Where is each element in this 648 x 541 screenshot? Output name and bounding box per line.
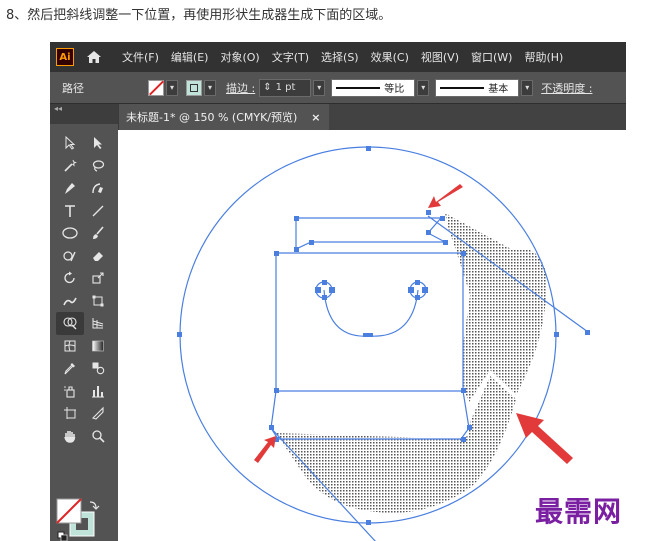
curvature-icon[interactable] xyxy=(84,177,112,200)
profile-label: 等比 xyxy=(384,84,405,95)
profile-dropdown[interactable]: ▾ xyxy=(417,79,430,96)
opacity-label[interactable]: 不透明度 : xyxy=(541,80,592,96)
smile-curve xyxy=(323,289,419,337)
mesh-icon[interactable] xyxy=(56,335,84,358)
menu-view[interactable]: 视图(V) xyxy=(415,49,465,65)
lasso-icon[interactable] xyxy=(84,155,112,178)
menu-edit[interactable]: 编辑(E) xyxy=(165,49,215,65)
direct-selection-icon[interactable] xyxy=(84,132,112,155)
artboard-canvas[interactable] xyxy=(118,130,626,541)
menu-object[interactable]: 对象(O) xyxy=(214,49,265,65)
menu-window[interactable]: 窗口(W) xyxy=(465,49,518,65)
shape-builder-highlight-bottom xyxy=(276,376,516,513)
tool-grid xyxy=(56,132,112,447)
menu-help[interactable]: 帮助(H) xyxy=(518,49,569,65)
default-colors-icon[interactable] xyxy=(57,531,68,541)
magic-wand-icon[interactable] xyxy=(56,155,84,178)
gradient-icon[interactable] xyxy=(84,335,112,358)
document-tab-bar: 未标题-1* @ 150 % (CMYK/预览) × xyxy=(118,104,626,130)
fill-none-swatch[interactable] xyxy=(148,79,164,96)
stroke-weight-dropdown[interactable]: ▾ xyxy=(313,79,326,96)
fill-none-icon[interactable] xyxy=(56,498,82,524)
brush-definition[interactable]: 基本 xyxy=(435,78,520,97)
fill-dropdown[interactable]: ▾ xyxy=(166,79,178,96)
selection-icon[interactable] xyxy=(56,132,84,155)
app-logo: Ai xyxy=(56,48,74,66)
tools-panel: ◂◂ xyxy=(50,104,119,541)
ellipse-icon[interactable] xyxy=(56,222,84,245)
stroke-color-swatch[interactable] xyxy=(186,79,202,96)
stroke-weight-field[interactable]: ⇕ 1 pt xyxy=(259,78,312,97)
zoom-icon[interactable] xyxy=(84,425,112,448)
artboard-icon[interactable] xyxy=(56,402,84,425)
brush-dropdown[interactable]: ▾ xyxy=(521,79,534,96)
home-icon[interactable] xyxy=(84,47,104,67)
scale-icon[interactable] xyxy=(84,267,112,290)
stepper-icon[interactable]: ⇕ xyxy=(263,82,271,93)
shape-builder-icon[interactable] xyxy=(56,312,84,335)
line-segment-icon[interactable] xyxy=(84,200,112,223)
shaper-icon[interactable] xyxy=(56,245,84,268)
bag-handle-top xyxy=(295,217,446,250)
arrow-bottom-left-icon xyxy=(254,436,276,463)
stroke-dropdown[interactable]: ▾ xyxy=(204,79,216,96)
close-icon[interactable]: × xyxy=(311,111,320,124)
menu-effect[interactable]: 效果(C) xyxy=(365,49,415,65)
bag-bottom xyxy=(270,390,470,440)
blend-icon[interactable] xyxy=(84,357,112,380)
paintbrush-icon[interactable] xyxy=(84,222,112,245)
perspective-grid-icon[interactable] xyxy=(84,312,112,335)
brush-label: 基本 xyxy=(488,84,509,95)
variable-width-profile[interactable]: 等比 xyxy=(331,78,416,97)
stroke-weight-value: 1 pt xyxy=(275,82,296,93)
arrow-top-icon xyxy=(428,184,463,208)
menu-type[interactable]: 文字(T) xyxy=(266,49,315,65)
menu-file[interactable]: 文件(F) xyxy=(116,49,165,65)
menu-select[interactable]: 选择(S) xyxy=(315,49,365,65)
object-type-label: 路径 xyxy=(62,81,84,95)
document-title: 未标题-1* @ 150 % (CMYK/预览) xyxy=(126,111,298,124)
type-icon[interactable] xyxy=(56,200,84,223)
rotate-icon[interactable] xyxy=(56,267,84,290)
slice-icon[interactable] xyxy=(84,402,112,425)
warp-icon[interactable] xyxy=(56,290,84,313)
symbol-sprayer-icon[interactable] xyxy=(56,380,84,403)
illustrator-window: Ai 文件(F) 编辑(E) 对象(O) 文字(T) 选择(S) 效果(C) 视… xyxy=(50,42,626,541)
tutorial-caption: 8、然后把斜线调整一下位置，再使用形状生成器生成下面的区域。 xyxy=(6,8,392,23)
tab-document[interactable]: 未标题-1* @ 150 % (CMYK/预览) × xyxy=(118,104,329,130)
site-watermark: 最需网 xyxy=(535,495,623,528)
hand-icon[interactable] xyxy=(56,425,84,448)
fill-stroke-widget xyxy=(56,498,110,541)
column-graph-icon[interactable] xyxy=(84,380,112,403)
control-bar: 路径 ▾ ▾ 描边 : ⇕ 1 pt ▾ 等比 ▾ 基本 ▾ 不透明度 : xyxy=(50,72,626,104)
eraser-icon[interactable] xyxy=(84,245,112,268)
bag-body xyxy=(275,252,464,392)
swap-colors-icon[interactable] xyxy=(89,501,100,510)
stroke-label[interactable]: 描边 : xyxy=(226,80,255,96)
pen-icon[interactable] xyxy=(56,177,84,200)
menu-bar: Ai 文件(F) 编辑(E) 对象(O) 文字(T) 选择(S) 效果(C) 视… xyxy=(50,42,626,72)
eyedropper-icon[interactable] xyxy=(56,357,84,380)
free-transform-icon[interactable] xyxy=(84,290,112,313)
panel-collapse-handle[interactable]: ◂◂ xyxy=(50,104,118,124)
